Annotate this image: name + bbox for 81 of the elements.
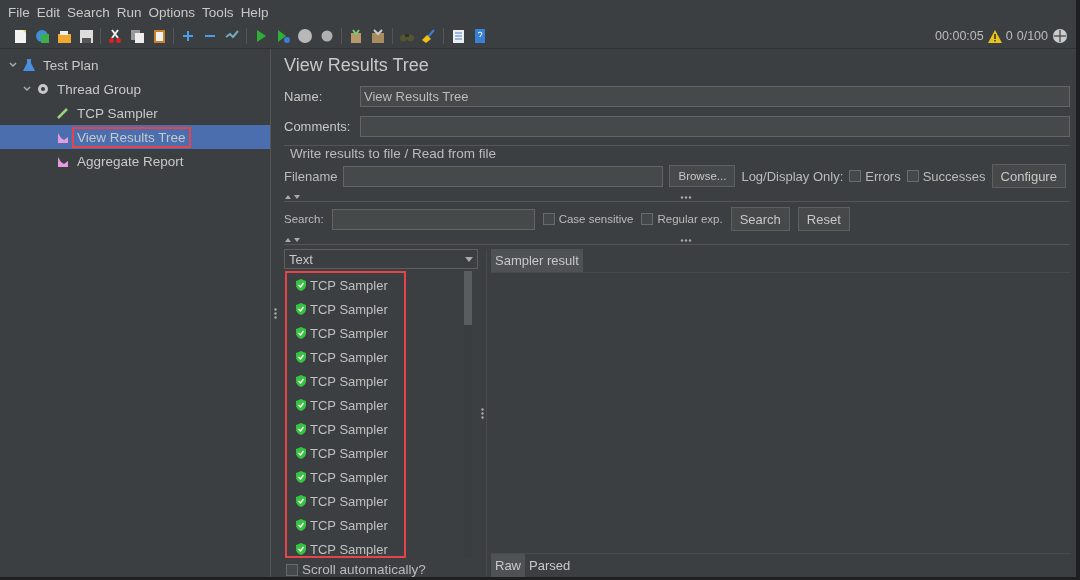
checkbox[interactable]: [906, 170, 919, 182]
search-field[interactable]: [331, 208, 535, 230]
menu-item[interactable]: Help: [240, 4, 269, 20]
broom-icon[interactable]: [421, 28, 437, 44]
result-item[interactable]: TCP Sampler: [310, 493, 388, 509]
field-label: Comments:: [284, 118, 352, 134]
tree-item[interactable]: Thread Group: [52, 78, 147, 100]
result-item[interactable]: TCP Sampler: [310, 541, 388, 556]
search-button[interactable]: Search: [730, 207, 790, 231]
result-item[interactable]: TCP Sampler: [310, 301, 388, 317]
shutdown-icon[interactable]: [319, 28, 335, 44]
result-item[interactable]: TCP Sampler: [310, 421, 388, 437]
result-item[interactable]: TCP Sampler: [310, 277, 388, 293]
result-item[interactable]: TCP Sampler: [310, 349, 388, 365]
name-field[interactable]: View Results Tree: [360, 85, 1070, 107]
checkbox[interactable]: [641, 213, 654, 225]
checkbox-label: Scroll automatically?: [302, 562, 426, 577]
checkbox[interactable]: [849, 170, 862, 182]
elapsed-time: 00:00:05: [935, 29, 984, 43]
result-item[interactable]: TCP Sampler: [310, 517, 388, 533]
checkbox-label: Errors: [865, 168, 901, 184]
checkbox[interactable]: [286, 563, 298, 576]
splitter-grip-icon[interactable]: [680, 195, 692, 199]
splitter-arrows-icon[interactable]: [284, 194, 302, 200]
warning-count: 0: [1005, 29, 1013, 43]
play-no-pause-icon[interactable]: [275, 28, 291, 44]
browse-button[interactable]: Browse...: [669, 165, 736, 187]
field-label: Log/Display Only:: [741, 168, 844, 184]
checkbox-label: Case sensitive: [558, 213, 634, 225]
result-item[interactable]: TCP Sampler: [310, 445, 388, 461]
tab[interactable]: Sampler result: [491, 249, 583, 272]
pen-icon: [56, 106, 70, 120]
warning-icon[interactable]: [987, 29, 1002, 43]
thread-count: 0/100: [1016, 29, 1048, 43]
result-item[interactable]: TCP Sampler: [310, 469, 388, 485]
tree-item[interactable]: TCP Sampler: [72, 102, 163, 124]
scissors-icon[interactable]: [107, 28, 123, 44]
folder-icon[interactable]: [56, 28, 72, 44]
field-label: Filename: [284, 168, 338, 184]
splitter-arrows-icon[interactable]: [284, 237, 302, 243]
menu-item[interactable]: Run: [116, 4, 142, 20]
reset-button[interactable]: Reset: [797, 207, 850, 231]
list-icon[interactable]: [450, 28, 466, 44]
checkbox[interactable]: [542, 213, 555, 225]
field-label: Search:: [284, 213, 324, 225]
comments-field[interactable]: [360, 115, 1070, 137]
menu-item[interactable]: File: [8, 4, 30, 20]
tab[interactable]: Parsed: [525, 554, 575, 577]
renderer-dropdown[interactable]: Text: [284, 249, 478, 269]
tree-item[interactable]: Test Plan: [38, 54, 104, 76]
configure-button[interactable]: Configure: [991, 164, 1066, 188]
plus-icon[interactable]: [180, 28, 196, 44]
result-item[interactable]: TCP Sampler: [310, 397, 388, 413]
splitter-grip-icon[interactable]: [480, 407, 484, 419]
result-item[interactable]: TCP Sampler: [310, 325, 388, 341]
panel-title: View Results Tree: [284, 55, 430, 77]
tree-item[interactable]: Aggregate Report: [72, 150, 189, 172]
menu-item[interactable]: Tools: [202, 4, 234, 20]
copy-icon[interactable]: [129, 28, 145, 44]
checkbox-label: Regular exp.: [657, 213, 723, 225]
menu-item[interactable]: Options: [148, 4, 196, 20]
tab[interactable]: Raw: [491, 554, 525, 577]
gear-icon: [36, 82, 50, 96]
menu-item[interactable]: Edit: [36, 4, 61, 20]
help-book-icon[interactable]: [472, 28, 488, 44]
checkbox-label: Successes: [922, 168, 986, 184]
splitter-grip-icon[interactable]: [680, 238, 692, 242]
field-label: Name:: [284, 88, 324, 104]
stop-icon[interactable]: [297, 28, 313, 44]
document-icon[interactable]: [12, 28, 28, 44]
flask-icon: [22, 58, 36, 72]
menu-item[interactable]: Search: [67, 4, 110, 20]
result-item[interactable]: TCP Sampler: [310, 373, 388, 389]
splitter-grip-icon[interactable]: [274, 307, 277, 319]
tree-item[interactable]: View Results Tree: [72, 126, 191, 148]
chevron-icon[interactable]: [8, 60, 18, 70]
clipboard-icon[interactable]: [151, 28, 167, 44]
section-title: Write results to file / Read from file: [288, 146, 499, 161]
filename-field[interactable]: [343, 165, 664, 187]
caret-icon[interactable]: [465, 256, 473, 262]
chevron-icon[interactable]: [22, 84, 32, 94]
